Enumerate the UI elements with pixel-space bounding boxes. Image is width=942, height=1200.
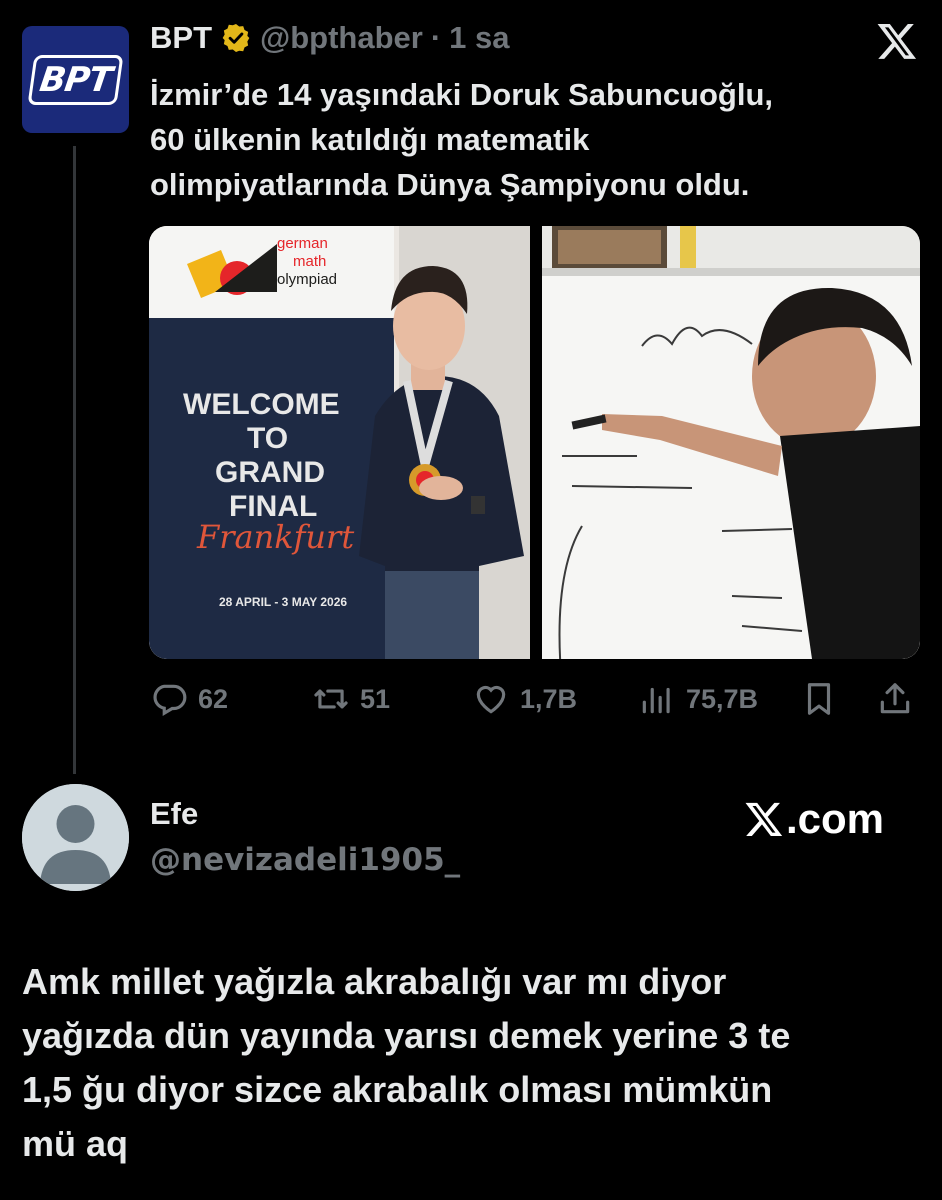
banner-text-olympiad: olympiad xyxy=(277,271,337,288)
tweet-text-line: 60 ülkenin katıldığı matematik xyxy=(150,122,590,157)
repost-count: 51 xyxy=(360,683,391,714)
efe-avatar[interactable] xyxy=(22,784,129,891)
xcom-watermark: .com xyxy=(744,795,884,843)
x-logo-icon xyxy=(745,802,783,836)
reply-count: 62 xyxy=(198,683,229,714)
reply-text-line: 1,5 ğu diyor sizce akrabalık olması mümk… xyxy=(22,1069,773,1110)
share-button[interactable] xyxy=(876,680,914,718)
views-icon xyxy=(642,687,670,714)
x-logo-icon xyxy=(877,24,917,59)
tweet-text: İzmir’de 14 yaşındaki Doruk Sabuncuoğlu,… xyxy=(150,72,910,207)
reply-text: Amk millet yağızla akrabalığı var mı diy… xyxy=(22,955,922,1171)
reply-text-line: Amk millet yağızla akrabalığı var mı diy… xyxy=(22,961,727,1002)
xcom-label: .com xyxy=(786,795,885,842)
banner-to: TO xyxy=(247,422,288,455)
tweet-text-line: İzmir’de 14 yaşındaki Doruk Sabuncuoğlu, xyxy=(150,77,774,112)
photo-whiteboard-illustration xyxy=(542,226,920,659)
banner-dates: 28 APRIL - 3 MAY 2026 xyxy=(219,595,347,609)
reply-icon xyxy=(153,684,187,717)
tweet-media[interactable]: german math olympiad WELCOME TO GRAND FI… xyxy=(149,226,920,659)
photo-medal-banner[interactable]: german math olympiad WELCOME TO GRAND FI… xyxy=(149,226,530,659)
share-icon xyxy=(880,683,910,714)
photo-whiteboard[interactable] xyxy=(542,226,920,659)
photo-medal-illustration: german math olympiad WELCOME TO GRAND FI… xyxy=(149,226,530,659)
bookmark-button[interactable] xyxy=(800,680,838,718)
author-name[interactable]: BPT xyxy=(150,20,212,56)
tweet-header: BPT @bpthaber · 1 sa xyxy=(150,20,510,56)
like-count: 1,7B xyxy=(520,683,578,714)
reply-author-handle[interactable]: @nevizadeli1905_ xyxy=(150,842,460,878)
repost-button[interactable]: 51 xyxy=(312,680,390,718)
separator-dot: · xyxy=(430,20,442,55)
banner-grand: GRAND xyxy=(215,456,325,489)
default-avatar-icon xyxy=(22,784,129,891)
verified-badge-icon xyxy=(222,24,250,52)
views-button[interactable]: 75,7B xyxy=(638,680,758,718)
heart-icon xyxy=(476,685,506,714)
like-button[interactable]: 1,7B xyxy=(472,680,577,718)
bpt-avatar[interactable]: BPT xyxy=(22,26,129,133)
thread-line xyxy=(73,146,76,774)
repost-icon xyxy=(314,689,348,709)
reply-author-name[interactable]: Efe xyxy=(150,796,198,832)
tweet-time[interactable]: 1 sa xyxy=(449,20,509,56)
bookmark-icon xyxy=(807,683,831,715)
bpt-logo: BPT xyxy=(27,54,124,105)
banner-text-german: german xyxy=(277,235,328,252)
banner-text-math: math xyxy=(293,253,326,270)
reply-text-line: yağızda dün yayında yarısı demek yerine … xyxy=(22,1015,791,1056)
author-handle[interactable]: @bpthaber xyxy=(260,20,423,56)
tweet-text-line: olimpiyatlarında Dünya Şampiyonu oldu. xyxy=(150,167,750,202)
banner-city: Frankfurt xyxy=(196,518,354,556)
views-count: 75,7B xyxy=(686,683,759,714)
reply-button[interactable]: 62 xyxy=(150,680,228,718)
tweet-actions: 62 51 1,7B 75,7B xyxy=(150,680,920,722)
reply-text-line: mü aq xyxy=(22,1123,129,1164)
banner-welcome: WELCOME xyxy=(183,388,340,421)
